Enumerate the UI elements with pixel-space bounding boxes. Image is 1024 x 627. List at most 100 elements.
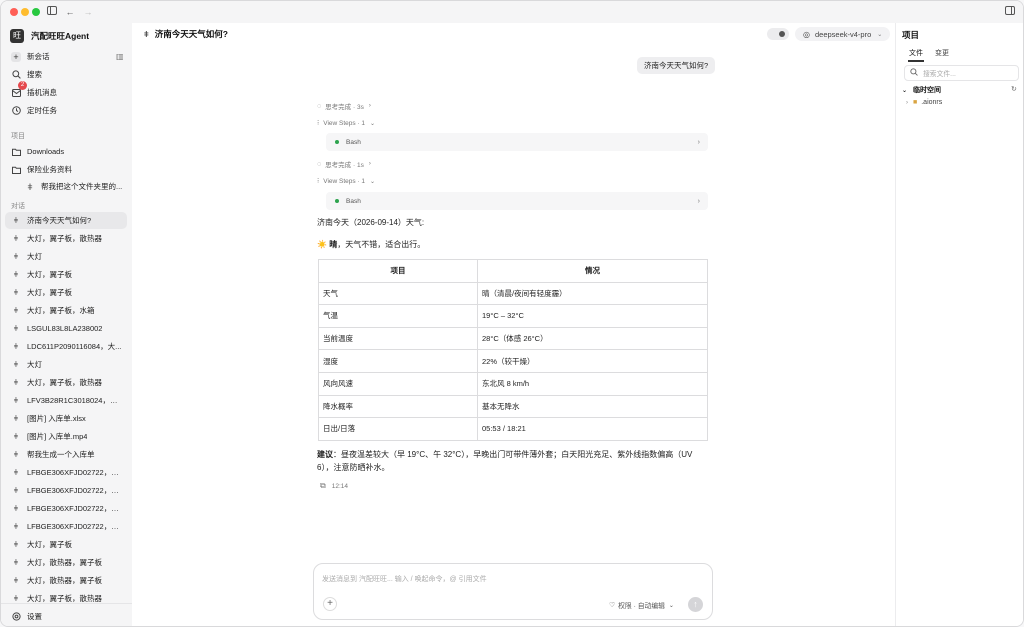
conversation-item[interactable]: ǂ 大灯，翼子板: [5, 536, 127, 553]
chat-agent-icon: ǂ: [27, 181, 33, 192]
table-cell: 风向风速: [318, 371, 478, 396]
right-panel-toggle-icon[interactable]: [1004, 6, 1016, 18]
conversation-label: 大灯，散热器，翼子板: [27, 558, 102, 567]
attach-plus-button[interactable]: +: [323, 597, 337, 611]
permission-selector[interactable]: ♡ 权限 · 自动编辑 ⌄: [609, 600, 674, 610]
composer-input[interactable]: 发送消息到 汽配旺旺... 输入 / 唤起命令，@ 引用文件: [322, 574, 487, 584]
message-composer[interactable]: 发送消息到 汽配旺旺... 输入 / 唤起命令，@ 引用文件 + ♡ 权限 · …: [313, 563, 713, 620]
table-header-row: 项目 情况: [318, 259, 708, 283]
collapse-sidebar-icon[interactable]: ▥: [116, 52, 124, 61]
thinking-status-1[interactable]: ◌ 思考完成 · 3s ›: [317, 101, 371, 112]
conversation-item[interactable]: ǂ 大灯，翼子板，散热器: [5, 230, 127, 247]
maximize-window-button[interactable]: [32, 8, 40, 16]
project-item-insurance[interactable]: 保险业务资料: [5, 161, 127, 178]
project-item-downloads[interactable]: Downloads: [5, 143, 127, 160]
conversation-item[interactable]: ǂ [图片] 入库单.mp4: [5, 428, 127, 445]
conversation-item[interactable]: ǂ [图片] 入库单.xlsx: [5, 410, 127, 427]
table-cell: 28°C（体感 26°C）: [477, 326, 708, 351]
scheduled-tasks-nav-item[interactable]: 定时任务: [5, 102, 127, 119]
project-sub-item[interactable]: ǂ 帮我把这个文件夹里的...: [5, 178, 127, 195]
table-row: 降水概率 基本无降水: [318, 394, 708, 419]
conversation-label: 济南今天天气如何?: [27, 216, 92, 225]
table-row: 湿度 22%（较干燥）: [318, 349, 708, 373]
sun-icon: ☀️: [317, 240, 327, 249]
conversation-label: 大灯，翼子板: [27, 288, 72, 297]
view-steps-1[interactable]: ⁝ View Steps · 1 ⌄: [317, 119, 375, 128]
tool-call-bash-2[interactable]: Bash ›: [326, 192, 708, 210]
chat-agent-icon: ǂ: [13, 288, 19, 297]
table-cell: 气温: [318, 304, 478, 328]
chevron-down-icon: ⌄: [877, 31, 883, 38]
table-cell: 05:53 / 18:21: [477, 417, 708, 441]
bot-messages-nav-item[interactable]: 2 插机消息: [5, 81, 127, 101]
close-window-button[interactable]: [10, 8, 18, 16]
conversation-item[interactable]: ǂ 大灯，翼子板，水箱: [5, 302, 127, 319]
forward-arrow-icon[interactable]: →: [82, 6, 94, 18]
conversation-item[interactable]: ǂ LFV3B28R1C3018024，水...: [5, 392, 127, 409]
folder-icon: ■: [913, 99, 918, 106]
chevron-right-icon: ›: [906, 99, 908, 106]
send-button[interactable]: ↑: [688, 597, 703, 612]
chat-agent-icon: ǂ: [13, 216, 19, 225]
folder-row-aionrs[interactable]: › ■ .aionrs: [906, 99, 942, 106]
mode-toggle[interactable]: [767, 28, 789, 40]
conversation-item[interactable]: ǂ LFBGE306XFJD02722，大...: [5, 500, 127, 517]
chat-title: ǂ 济南今天天气如何?: [144, 29, 228, 39]
model-selector[interactable]: ◎ deepseek-v4-pro ⌄: [795, 27, 891, 41]
conversation-item[interactable]: ǂ 大灯，翼子板，散热器: [5, 374, 127, 391]
table-row: 风向风速 东北风 8 km/h: [318, 371, 708, 396]
sidebar-toggle-icon[interactable]: [46, 6, 58, 18]
tool-call-bash-1[interactable]: Bash ›: [326, 133, 708, 151]
back-arrow-icon[interactable]: ←: [64, 6, 76, 18]
folder-open-icon: [11, 165, 21, 175]
message-meta: ⧉ 12:14: [320, 481, 348, 491]
conversation-item[interactable]: ǂ 大灯: [5, 356, 127, 373]
tab-files[interactable]: 文件: [909, 48, 923, 58]
conversation-item[interactable]: ǂ 济南今天天气如何?: [5, 212, 127, 229]
chevron-down-icon: ⌄: [370, 178, 376, 185]
conversation-item[interactable]: ǂ 大灯，翼子板: [5, 266, 127, 283]
chevron-down-icon: ⌄: [902, 87, 908, 94]
refresh-icon[interactable]: ↻: [1011, 85, 1017, 93]
thinking-status-2[interactable]: ◌ 思考完成 · 1s ›: [317, 159, 371, 170]
conversation-label: LSGUL83L8LA238002: [27, 324, 103, 333]
conversation-item[interactable]: ǂ 帮我生成一个入库单: [5, 446, 127, 463]
conversation-item[interactable]: ǂ 大灯，散热器，翼子板: [5, 572, 127, 589]
table-row: 当前温度 28°C（体感 26°C）: [318, 326, 708, 351]
chat-agent-icon: ǂ: [13, 594, 19, 603]
conversation-label: 大灯: [27, 252, 42, 261]
file-search-input[interactable]: 搜索文件...: [904, 65, 1019, 81]
chat-agent-icon: ǂ: [13, 414, 19, 423]
view-steps-2[interactable]: ⁝ View Steps · 1 ⌄: [317, 177, 376, 186]
tab-changes[interactable]: 变更: [935, 48, 949, 58]
table-cell: 22%（较干燥）: [477, 349, 708, 373]
conversation-item[interactable]: ǂ LFBGE306XFJD02722，大...: [5, 518, 127, 535]
settings-button[interactable]: 设置: [5, 608, 127, 625]
table-row: 日出/日落 05:53 / 18:21: [318, 417, 708, 441]
table-cell: 东北风 8 km/h: [477, 371, 708, 396]
app-window: ← → 旺 汽配旺旺Agent + 新会话 ▥ 搜索 2 插机消息 定时任务 项…: [0, 0, 1024, 627]
chat-agent-icon: ǂ: [13, 450, 19, 459]
copy-icon[interactable]: ⧉: [320, 481, 326, 491]
chat-agent-icon: ǂ: [13, 252, 19, 261]
table-cell: 19°C – 32°C: [477, 304, 708, 328]
conversation-item[interactable]: ǂ 大灯，散热器，翼子板: [5, 554, 127, 571]
conversation-label: 大灯，翼子板，散热器: [27, 378, 102, 387]
conversation-item[interactable]: ǂ LFBGE306XFJD02722，大...: [5, 482, 127, 499]
chat-agent-icon: ǂ: [13, 540, 19, 549]
conversation-label: 大灯: [27, 360, 42, 369]
conversation-item[interactable]: ǂ LDC611P2090116084，大...: [5, 338, 127, 355]
minimize-window-button[interactable]: [21, 8, 29, 16]
conversation-item[interactable]: ǂ LFBGE306XFJD02722，大...: [5, 464, 127, 481]
plus-icon: +: [11, 51, 21, 62]
conversation-label: 大灯，翼子板，散热器: [27, 234, 102, 243]
answer-heading: 济南今天（2026-09-14）天气:: [317, 218, 425, 227]
conversation-item[interactable]: ǂ LSGUL83L8LA238002: [5, 320, 127, 337]
unread-badge: 2: [18, 81, 27, 90]
message-time: 12:14: [331, 482, 348, 490]
conversation-item[interactable]: ǂ 大灯: [5, 248, 127, 265]
workspace-row[interactable]: ⌄ 临时空间: [902, 85, 941, 95]
new-chat-button[interactable]: + 新会话: [5, 48, 127, 65]
table-cell: 湿度: [318, 349, 478, 373]
conversation-item[interactable]: ǂ 大灯，翼子板: [5, 284, 127, 301]
